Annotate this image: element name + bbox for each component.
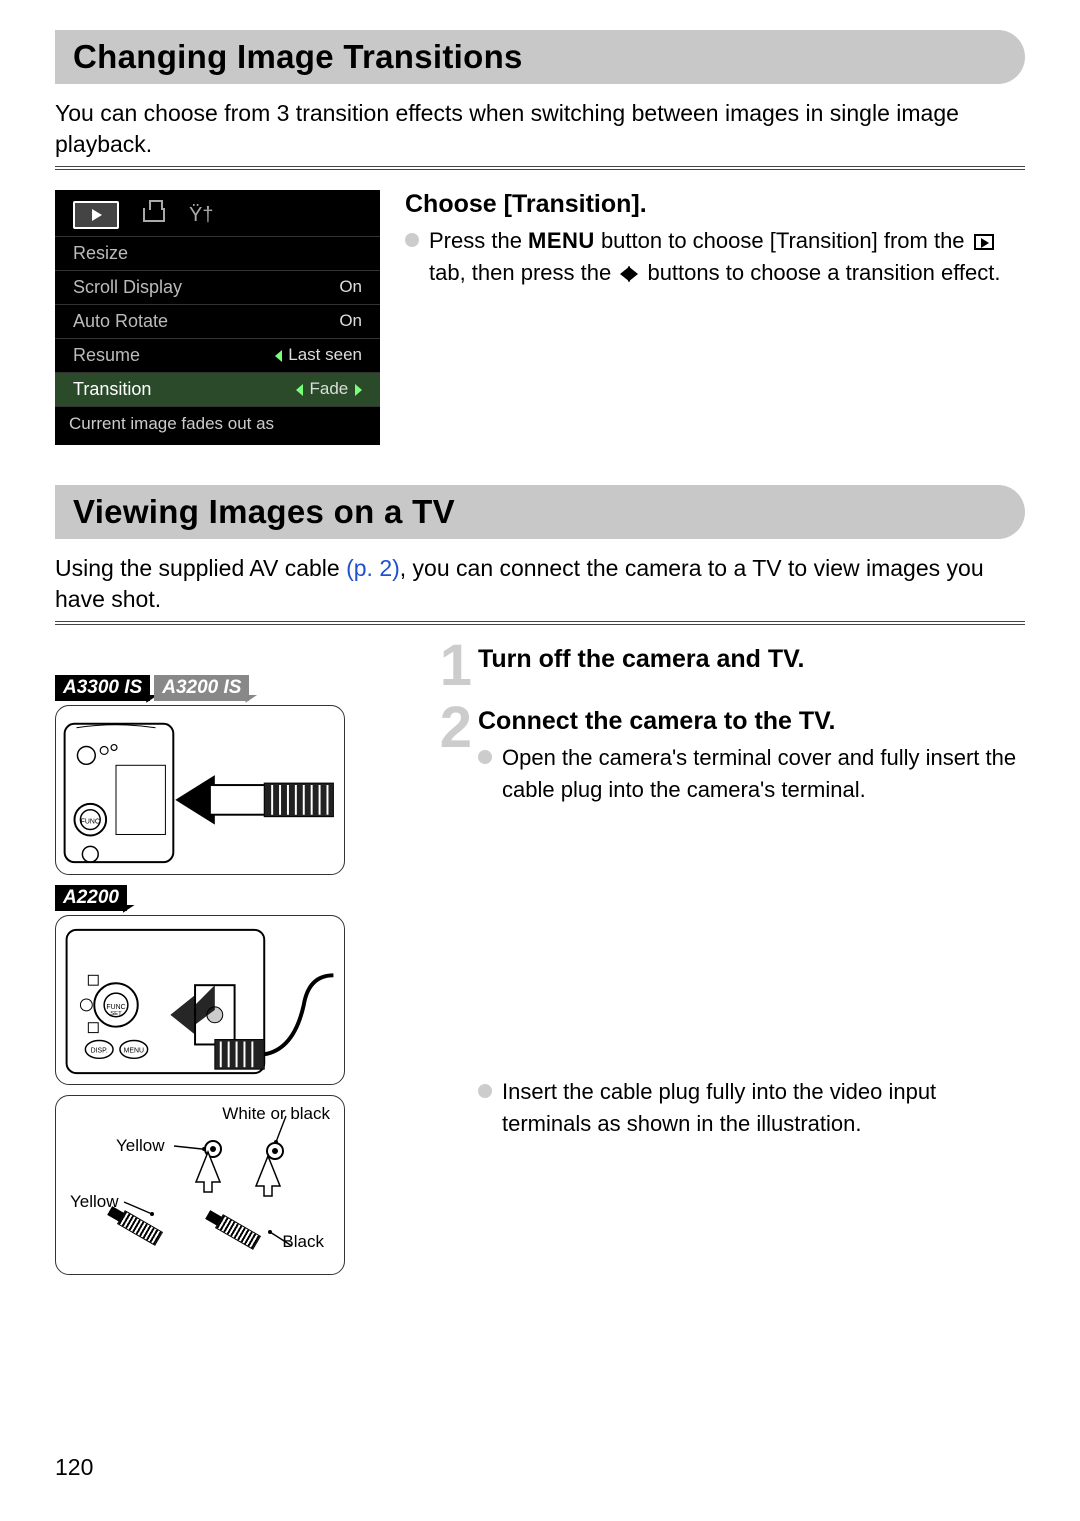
section-title-1: Changing Image Transitions (55, 30, 1025, 84)
playback-tab-inline-icon (974, 234, 994, 250)
step2-bullet-text: Open the camera's terminal cover and ful… (502, 742, 1025, 806)
menu-tabs: Ÿ† (55, 200, 380, 236)
step2-title: Connect the camera to the TV. (478, 707, 1025, 736)
menu-item-resize: Resize (55, 236, 380, 270)
menu-item-scroll: Scroll Display On (55, 270, 380, 304)
section1-intro: You can choose from 3 transition effects… (55, 98, 1025, 160)
illustration-tv-terminals: White or black Yellow Yellow Black (55, 1095, 345, 1275)
menu-item-label: Auto Rotate (73, 308, 168, 335)
menu-item-value: On (339, 308, 362, 335)
divider (55, 166, 1025, 170)
menu-item-label: Resume (73, 342, 140, 369)
step-instruction-text: Press the MENU button to choose [Transit… (429, 225, 1025, 289)
bullet-icon (478, 750, 492, 764)
section-title-2: Viewing Images on a TV (55, 485, 1025, 539)
svg-text:SET: SET (110, 1011, 122, 1017)
section2-intro: Using the supplied AV cable (p. 2), you … (55, 553, 1025, 615)
svg-text:MENU: MENU (124, 1047, 144, 1054)
camera-menu-screenshot: Ÿ† Resize Scroll Display On Auto Rotate … (55, 190, 380, 445)
menu-item-transition: Transition Fade (55, 372, 380, 406)
menu-item-value: Last seen (288, 345, 362, 364)
model-badge-a3200: A3200 IS (154, 675, 249, 701)
step-title-choose-transition: Choose [Transition]. (405, 190, 1025, 219)
menu-item-label: Transition (73, 376, 151, 403)
menu-item-autorotate: Auto Rotate On (55, 304, 380, 338)
print-tab-icon (143, 208, 165, 222)
page-number: 120 (55, 1454, 93, 1481)
bullet-icon (405, 233, 419, 247)
step-number-1: 1 (430, 643, 472, 689)
svg-text:DISP.: DISP. (91, 1047, 108, 1054)
settings-tab-icon: Ÿ† (189, 200, 213, 230)
menu-word: MENU (528, 228, 595, 253)
illustration-a3300-a3200-connect: FUNC (55, 705, 345, 875)
menu-item-label: Resize (73, 240, 128, 267)
left-arrow-icon (275, 350, 282, 362)
step-number-2: 2 (430, 705, 472, 818)
model-badges: A3300 IS A3200 IS (55, 675, 395, 701)
step1-title: Turn off the camera and TV. (478, 645, 1025, 674)
playback-tab-icon (73, 201, 119, 229)
bullet-icon (478, 1084, 492, 1098)
menu-item-value: On (339, 274, 362, 301)
left-arrow-icon (296, 384, 303, 396)
menu-item-value: Fade (310, 379, 349, 398)
menu-item-label: Scroll Display (73, 274, 182, 301)
left-right-arrows-icon (620, 263, 638, 289)
model-badge-a2200: A2200 (55, 885, 127, 911)
tv-insert-bullet-text: Insert the cable plug fully into the vid… (502, 1076, 1025, 1140)
model-badge-a3300: A3300 IS (55, 675, 150, 701)
menu-item-resume: Resume Last seen (55, 338, 380, 372)
svg-text:FUNC: FUNC (81, 818, 100, 825)
page-ref-link[interactable]: (p. 2) (346, 555, 400, 581)
right-arrow-icon (355, 384, 362, 396)
menu-footer-text: Current image fades out as (55, 406, 380, 437)
illustration-a2200-connect: FUNC SET DISP. MENU (55, 915, 345, 1085)
divider (55, 621, 1025, 625)
